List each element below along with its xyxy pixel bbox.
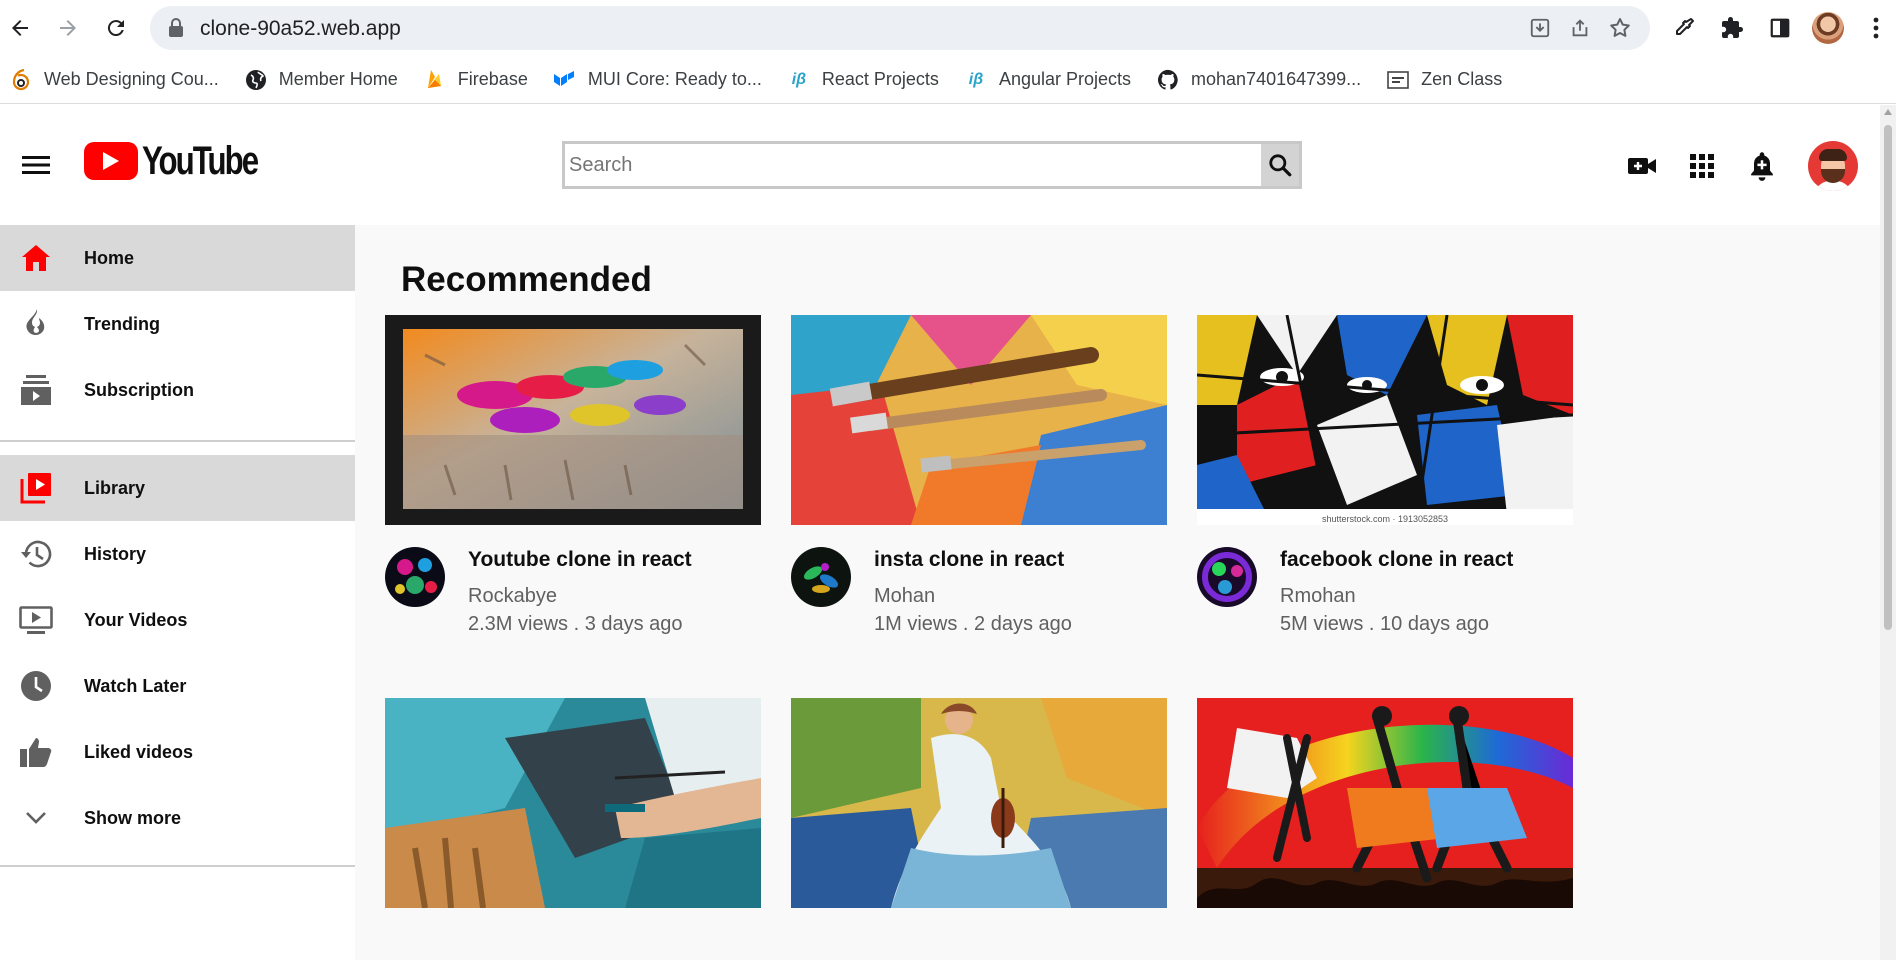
profile-avatar[interactable] <box>1808 8 1848 48</box>
page-scrollbar[interactable] <box>1880 105 1896 960</box>
video-thumbnail[interactable] <box>385 698 761 908</box>
hamburger-menu-icon[interactable] <box>16 145 56 185</box>
bookmark-firebase[interactable]: Firebase <box>422 60 540 100</box>
firebase-icon <box>422 67 448 93</box>
video-card <box>791 698 1167 908</box>
bookmark-member-home[interactable]: Member Home <box>243 60 410 100</box>
search-icon <box>1267 152 1293 178</box>
video-title[interactable]: insta clone in react <box>874 548 1064 572</box>
search-input[interactable] <box>565 144 1261 186</box>
github-icon <box>1155 67 1181 93</box>
sidebar-item-library[interactable]: Library <box>0 455 355 521</box>
more-vert-icon[interactable] <box>1856 8 1896 48</box>
video-thumbnail[interactable] <box>1197 698 1573 908</box>
sidebar-item-home[interactable]: Home <box>0 225 355 291</box>
apps-grid-icon[interactable] <box>1680 144 1724 188</box>
mui-icon <box>552 67 578 93</box>
sidebar-item-trending[interactable]: Trending <box>0 291 355 357</box>
video-thumbnail[interactable] <box>385 315 761 525</box>
sidebar-item-show-more[interactable]: Show more <box>0 785 355 851</box>
ib-icon: iβ <box>968 70 984 88</box>
sidebar-item-subscription[interactable]: Subscription <box>0 357 355 423</box>
subscriptions-icon <box>18 372 54 408</box>
sidebar-item-history[interactable]: History <box>0 521 355 587</box>
video-card <box>385 698 761 908</box>
home-icon <box>18 240 54 276</box>
eyedropper-icon[interactable] <box>1664 8 1704 48</box>
channel-name[interactable]: Mohan <box>874 585 935 608</box>
address-bar[interactable]: clone-90a52.web.app <box>150 6 1650 50</box>
create-video-icon[interactable] <box>1620 144 1664 188</box>
sidebar-divider <box>0 440 355 442</box>
scrollbar-thumb[interactable] <box>1884 125 1892 630</box>
share-icon[interactable] <box>1566 14 1594 42</box>
bookmark-github[interactable]: mohan7401647399... <box>1155 60 1373 100</box>
video-title[interactable]: Youtube clone in react <box>468 548 692 572</box>
scroll-up-arrow-icon[interactable] <box>1884 109 1892 115</box>
youtube-logo[interactable]: YouTube <box>84 139 290 183</box>
extensions-icon[interactable] <box>1712 8 1752 48</box>
six-logo-icon <box>8 67 34 93</box>
history-icon <box>18 536 54 572</box>
zen-icon <box>1385 67 1411 93</box>
url-text: clone-90a52.web.app <box>200 17 401 40</box>
bookmark-angular-projects[interactable]: iβ Angular Projects <box>963 60 1143 100</box>
video-thumbnail[interactable]: shutterstock.com · 1913052853 <box>1197 315 1573 525</box>
bookmarks-bar: Web Designing Cou... Member Home Firebas… <box>0 56 1896 104</box>
star-icon[interactable] <box>1606 14 1634 42</box>
browser-toolbar: clone-90a52.web.app <box>0 0 1896 56</box>
video-title[interactable]: facebook clone in react <box>1280 548 1513 572</box>
lock-icon <box>168 18 184 38</box>
forward-icon[interactable] <box>48 8 88 48</box>
video-card: Youtube clone in react Rockabye 2.3M vie… <box>385 315 761 645</box>
bookmark-mui-core[interactable]: MUI Core: Ready to... <box>552 60 774 100</box>
video-thumbnail[interactable] <box>791 698 1167 908</box>
side-panel-icon[interactable] <box>1760 8 1800 48</box>
video-stats: 1M views . 2 days ago <box>874 613 1072 635</box>
sidebar-item-liked-videos[interactable]: Liked videos <box>0 719 355 785</box>
bookmark-react-projects[interactable]: iβ React Projects <box>786 60 951 100</box>
section-title: Recommended <box>401 260 652 299</box>
channel-avatar[interactable] <box>385 547 445 607</box>
chevron-down-icon <box>18 800 54 836</box>
back-icon[interactable] <box>0 8 40 48</box>
globe-icon <box>243 67 269 93</box>
clock-icon <box>18 668 54 704</box>
yt-header: YouTube <box>0 105 1880 225</box>
fire-icon <box>18 306 54 342</box>
library-icon <box>18 470 54 506</box>
sidebar-item-watch-later[interactable]: Watch Later <box>0 653 355 719</box>
logo-text: YouTube <box>142 138 259 183</box>
play-logo-icon <box>84 142 138 180</box>
main-content: Recommended Youtube clone in react Rocka… <box>355 225 1880 960</box>
channel-avatar[interactable] <box>1197 547 1257 607</box>
thumb-up-icon <box>18 734 54 770</box>
search-button[interactable] <box>1261 144 1299 186</box>
reload-icon[interactable] <box>96 8 136 48</box>
search-bar <box>562 141 1302 189</box>
your-videos-icon <box>18 602 54 638</box>
video-card <box>1197 698 1573 908</box>
notification-bell-icon[interactable] <box>1740 144 1784 188</box>
video-thumbnail[interactable] <box>791 315 1167 525</box>
ib-icon: iβ <box>791 70 807 88</box>
video-stats: 5M views . 10 days ago <box>1280 613 1489 635</box>
sidebar: Home Trending Subscription Library Histo… <box>0 225 355 960</box>
sidebar-divider <box>0 865 355 867</box>
channel-name[interactable]: Rockabye <box>468 585 557 608</box>
video-card: shutterstock.com · 1913052853 facebook c… <box>1197 315 1573 645</box>
install-app-icon[interactable] <box>1526 14 1554 42</box>
youtube-app: YouTube Search Home Trending Subscriptio… <box>0 105 1896 960</box>
channel-name[interactable]: Rmohan <box>1280 585 1356 608</box>
user-avatar[interactable] <box>1808 141 1858 191</box>
video-stats: 2.3M views . 3 days ago <box>468 613 683 635</box>
thumbnail-caption: shutterstock.com · 1913052853 <box>1322 514 1448 524</box>
sidebar-item-your-videos[interactable]: Your Videos <box>0 587 355 653</box>
video-card: insta clone in react Mohan 1M views . 2 … <box>791 315 1167 645</box>
bookmark-zen-class[interactable]: Zen Class <box>1385 60 1514 100</box>
channel-avatar[interactable] <box>791 547 851 607</box>
bookmark-web-designing[interactable]: Web Designing Cou... <box>8 60 231 100</box>
